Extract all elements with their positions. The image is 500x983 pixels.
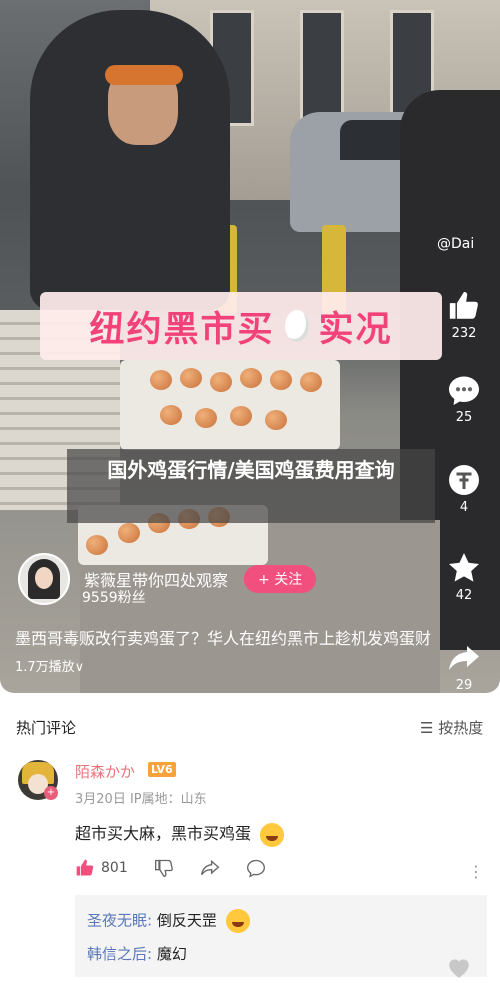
author-row: 紫薇星带你四处观察 + 关注 — [18, 553, 317, 605]
laugh-emoji-icon — [260, 822, 285, 847]
video-player[interactable]: 纽约黑市买 实况 @Dai 232 25 4 42 29 紫薇星带你四处观察 +… — [0, 0, 500, 693]
coin-icon — [446, 462, 482, 498]
comment-text: 超市买大麻，黑市买鸡蛋 — [75, 820, 285, 847]
reply-author[interactable]: 圣夜无眠: — [87, 912, 152, 930]
fans-count: 9559粉丝 — [82, 590, 146, 606]
comment-meta: 3月20日 IP属地：山东 — [75, 792, 207, 807]
forward-icon — [200, 859, 220, 876]
video-banner: 纽约黑市买 实况 — [40, 292, 442, 360]
comment-forward-button[interactable] — [200, 858, 220, 878]
level-badge: LV6 — [148, 762, 176, 777]
sort-label: 按热度 — [438, 719, 484, 737]
comment-body: 超市买大麻，黑市买鸡蛋 — [75, 824, 252, 843]
follow-button[interactable]: + 关注 — [244, 565, 317, 593]
banner-text-left: 纽约黑市买 — [89, 309, 275, 350]
share-count: 29 — [455, 678, 473, 693]
avatar-badge: + — [44, 786, 58, 800]
thumb-down-icon — [154, 859, 173, 878]
share-action[interactable]: 29 — [438, 640, 490, 693]
vendor-figure — [30, 10, 230, 310]
egg-tray — [120, 360, 340, 450]
comment-count: 25 — [455, 410, 473, 425]
hot-comments-label: 热门评论 — [16, 719, 77, 737]
comment-actions: 801 — [75, 858, 292, 878]
banner-text-right: 实况 — [318, 309, 393, 350]
video-description: 墨西哥毒贩改行卖鸡蛋了？华人在纽约黑市上趁机发鸡蛋财 1.7万播放∨ — [15, 625, 435, 681]
thumb-up-icon — [76, 859, 94, 876]
commenter-name[interactable]: 陌森かか — [75, 761, 135, 782]
thumb-up-icon — [446, 288, 482, 324]
star-icon — [446, 550, 482, 586]
comment-action[interactable]: 25 — [438, 372, 490, 425]
like-action[interactable]: 232 — [438, 288, 490, 341]
comment-like-count: 801 — [101, 860, 128, 876]
heart-icon[interactable] — [446, 955, 472, 983]
reply-text: 倒反天罡 — [156, 911, 217, 930]
comment-reply-button[interactable] — [246, 858, 266, 878]
favorite-count: 42 — [455, 588, 473, 603]
favorite-action[interactable]: 42 — [438, 550, 490, 603]
reply-text: 魔幻 — [156, 945, 187, 963]
smile-emoji-icon — [225, 909, 250, 933]
article-title-overlay: 国外鸡蛋行情/美国鸡蛋费用查询 — [67, 449, 435, 523]
sort-icon: ☰ — [420, 719, 434, 737]
reply-item: 韩信之后: 魔幻 — [87, 943, 187, 964]
coin-action[interactable]: 4 — [438, 462, 490, 515]
like-count: 232 — [451, 326, 477, 341]
sort-by-hot-button[interactable]: ☰ 按热度 — [420, 717, 483, 738]
author-avatar[interactable] — [18, 553, 70, 605]
coin-count: 4 — [459, 500, 469, 515]
play-count[interactable]: 1.7万播放∨ — [15, 660, 84, 675]
comment-icon — [446, 372, 482, 408]
comment-like-button[interactable]: 801 — [75, 858, 128, 878]
egg-icon — [284, 310, 309, 342]
watermark: @Dai — [437, 236, 475, 252]
share-icon — [446, 640, 482, 676]
reply-icon — [246, 859, 265, 878]
description-text: 墨西哥毒贩改行卖鸡蛋了？华人在纽约黑市上趁机发鸡蛋财 — [15, 629, 432, 648]
reply-author[interactable]: 韩信之后: — [87, 945, 152, 963]
more-icon[interactable]: ⋮ — [468, 862, 484, 881]
comment-dislike-button[interactable] — [154, 858, 174, 878]
reply-item: 圣夜无眠: 倒反天罡 — [87, 909, 250, 933]
reply-preview-box[interactable]: 圣夜无眠: 倒反天罡 韩信之后: 魔幻 — [75, 895, 487, 977]
